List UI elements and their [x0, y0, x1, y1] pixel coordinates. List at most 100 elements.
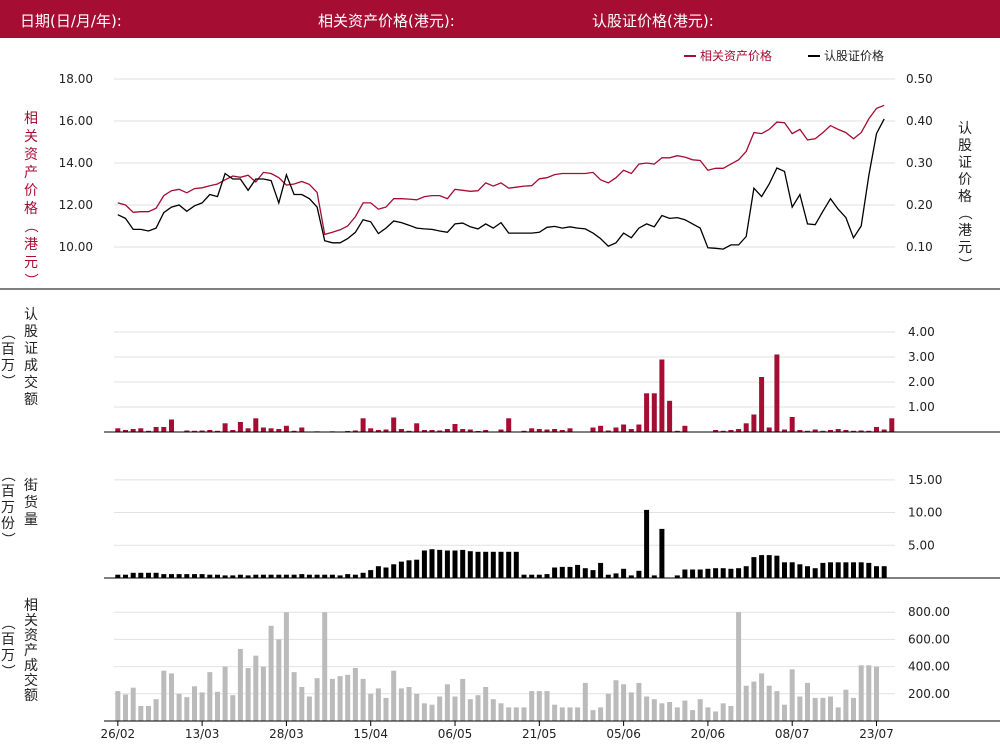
asset-turnover-bar: [628, 692, 634, 721]
outstanding-bar: [682, 569, 688, 578]
outstanding-bar: [567, 566, 573, 578]
asset-turnover-axis-label: 资: [24, 628, 38, 644]
asset-turnover-bar: [674, 707, 680, 721]
warrant-turnover-bar: [874, 427, 879, 432]
asset-turnover-bar: [222, 666, 228, 721]
asset-turnover-bar: [276, 639, 282, 721]
asset-turnover-bar: [812, 697, 818, 721]
warrant-turnover-bar: [598, 425, 604, 433]
right-tick-label: 0.20: [906, 198, 933, 212]
asset-turnover-bar: [567, 707, 573, 721]
outstanding-bar: [590, 570, 596, 578]
asset-price-line: [117, 104, 885, 236]
warrant-turnover-axis-label: 证: [24, 341, 38, 357]
asset-turnover-bar: [322, 612, 328, 721]
outstanding-bar: [130, 572, 136, 578]
outstanding-bar: [444, 550, 450, 578]
x-tick-label: 28/03: [269, 727, 304, 741]
outstanding-bar: [582, 568, 588, 578]
outstanding-bar: [835, 562, 841, 578]
asset-turnover-bar: [789, 669, 795, 721]
asset-turnover-bar: [192, 686, 197, 721]
warrant-turnover-bar: [759, 377, 765, 432]
warrant-turnover-tick-label: 4.00: [908, 325, 935, 339]
legend-warrant-label: 认股证价格: [824, 48, 884, 63]
x-tick-label: 06/05: [438, 727, 473, 741]
asset-turnover-bar: [260, 666, 266, 721]
warrant-turnover-axis-label: 认: [24, 307, 38, 323]
outstanding-bar: [299, 574, 305, 578]
asset-turnover-bar: [299, 687, 305, 721]
asset-turnover-bar: [590, 710, 596, 721]
asset-turnover-bar: [352, 668, 358, 721]
x-tick-label: 26/02: [101, 727, 136, 741]
asset-turnover-bar: [345, 674, 351, 721]
outstanding-bar: [184, 574, 190, 578]
outstanding-bar: [743, 566, 749, 578]
asset-turnover-axis-label: 成: [24, 658, 38, 674]
x-tick-label: 20/06: [691, 727, 726, 741]
outstanding-unit-label: 份: [1, 516, 15, 532]
outstanding-bar: [437, 549, 443, 578]
warrant-turnover-bar: [360, 418, 366, 433]
asset-turnover-bar: [490, 699, 496, 721]
warrant-turnover-bar: [743, 423, 749, 433]
x-tick-label: 21/05: [522, 727, 557, 741]
outstanding-bar: [705, 568, 711, 578]
outstanding-unit-label: （: [0, 468, 15, 482]
asset-turnover-bar: [613, 680, 619, 721]
warrant-turnover-bar: [621, 424, 627, 432]
asset-turnover-bar: [337, 676, 343, 721]
asset-turnover-bar: [513, 707, 519, 721]
asset-turnover-bar: [667, 702, 673, 721]
asset-turnover-bar: [575, 707, 581, 721]
asset-turnover-bar: [138, 706, 144, 721]
warrant-turnover-bar: [667, 400, 673, 433]
asset-turnover-bar: [805, 682, 810, 721]
asset-turnover-bar: [230, 695, 236, 721]
warrant-turnover-bar: [789, 417, 795, 432]
asset-turnover-bar: [199, 692, 205, 721]
warrant-chart: 10.00 12.00 14.00 16.00 18.00 0.10 0.20 0.30 0.4…: [0, 48, 1000, 741]
asset-turnover-tick-label: 200.00: [908, 687, 950, 701]
warrant-turnover-bar: [253, 418, 259, 433]
asset-turnover-bar: [306, 696, 312, 721]
asset-turnover-bar: [828, 696, 833, 721]
asset-turnover-bar: [161, 670, 167, 721]
outstanding-bar: [138, 572, 144, 578]
warrant-turnover-bar: [299, 427, 305, 432]
outstanding-bar: [613, 573, 619, 578]
right-tick-label: 0.10: [906, 240, 933, 254]
asset-turnover-bar: [444, 684, 450, 721]
left-tick-label: 12.00: [59, 198, 93, 212]
asset-turnover-bar: [253, 655, 259, 721]
outstanding-bar: [146, 572, 151, 578]
asset-price-axis-label: 价: [24, 183, 38, 199]
warrant-turnover-bar: [414, 423, 420, 433]
asset-turnover-bar: [483, 687, 489, 721]
asset-turnover-bar: [452, 696, 458, 721]
warrant-turnover-unit-label: 万: [1, 358, 15, 374]
asset-turnover-bar: [429, 704, 435, 721]
outstanding-bar: [421, 550, 427, 578]
outstanding-bar: [728, 568, 734, 578]
asset-turnover-bar: [291, 672, 297, 721]
asset-turnover-bar: [268, 625, 274, 721]
asset-turnover-bar: [636, 682, 642, 721]
outstanding-bar: [736, 568, 742, 578]
warrant-price-axis-label: 港: [958, 223, 972, 239]
asset-turnover-bar: [598, 707, 604, 721]
warrant-turnover-axis-label: 成: [24, 358, 38, 374]
outstanding-bar: [460, 549, 466, 578]
warrant-turnover-bar: [751, 414, 757, 432]
asset-turnover-axis-label: 额: [24, 688, 38, 704]
outstanding-bar: [475, 551, 481, 578]
asset-turnover-bar: [176, 693, 182, 721]
asset-price-axis-label: （: [22, 219, 38, 233]
warrant-turnover-bar: [391, 417, 397, 432]
asset-turnover-bar: [582, 682, 588, 721]
outstanding-bar: [398, 561, 404, 578]
right-tick-label: 0.30: [906, 156, 933, 170]
outstanding-bar: [874, 566, 879, 578]
outstanding-bar: [513, 551, 519, 578]
